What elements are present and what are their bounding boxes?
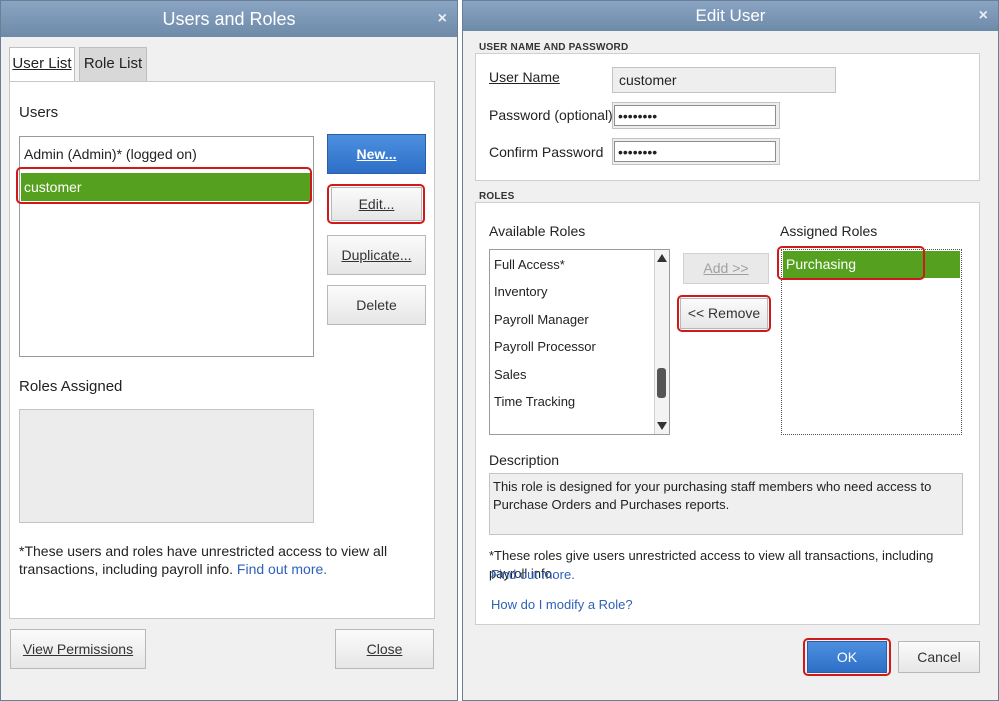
available-role-item[interactable]: Full Access* (494, 257, 565, 272)
edit-user-title: Edit User (695, 6, 766, 25)
password-label: Password (optional) (489, 107, 613, 123)
tab-role-list[interactable]: Role List (79, 47, 147, 81)
available-role-item[interactable]: Sales (494, 367, 527, 382)
users-listbox[interactable]: Admin (Admin)* (logged on) customer (19, 136, 314, 357)
description-label: Description (489, 452, 560, 468)
role-description-box: This role is designed for your purchasin… (489, 473, 963, 535)
user-row-customer[interactable]: customer (21, 173, 312, 201)
confirm-password-label: Confirm Password (489, 144, 604, 160)
tab-user-list[interactable]: User List (9, 47, 75, 81)
unrestricted-access-note: *These users and roles have unrestricted… (19, 543, 388, 577)
edit-user-titlebar: Edit User × (463, 1, 998, 31)
assigned-roles-label: Assigned Roles (780, 223, 878, 239)
modify-role-link[interactable]: How do I modify a Role? (491, 597, 633, 612)
close-icon[interactable]: × (438, 1, 447, 37)
find-out-more-link[interactable]: Find out more. (491, 567, 575, 582)
close-button[interactable]: Close (335, 629, 434, 669)
available-roles-scrollbar[interactable] (654, 250, 669, 434)
available-role-item[interactable]: Payroll Manager (494, 312, 589, 327)
user-row-admin[interactable]: Admin (Admin)* (logged on) (21, 140, 312, 168)
duplicate-user-button[interactable]: Duplicate... (327, 235, 426, 275)
user-name-input[interactable]: customer (612, 67, 836, 93)
new-user-button[interactable]: New... (327, 134, 426, 174)
cancel-button[interactable]: Cancel (898, 641, 980, 673)
user-name-label: User Name (489, 69, 560, 85)
scroll-thumb[interactable] (657, 368, 666, 398)
scroll-up-icon[interactable] (657, 254, 667, 262)
add-role-button[interactable]: Add >> (683, 253, 769, 284)
available-role-item[interactable]: Payroll Processor (494, 339, 596, 354)
scroll-down-icon[interactable] (657, 422, 667, 430)
users-roles-titlebar: Users and Roles × (1, 1, 457, 37)
section-user-title: USER NAME AND PASSWORD (479, 42, 629, 53)
available-role-item[interactable]: Time Tracking (494, 394, 575, 409)
find-out-more-link[interactable]: Find out more. (237, 561, 327, 577)
users-roles-title: Users and Roles (162, 9, 296, 29)
edit-user-button[interactable]: Edit... (331, 187, 422, 221)
available-roles-label: Available Roles (489, 223, 586, 239)
available-roles-listbox[interactable]: Full Access* Inventory Payroll Manager P… (489, 249, 670, 435)
confirm-password-input[interactable]: •••••••• (614, 141, 776, 162)
password-input[interactable]: •••••••• (614, 105, 776, 126)
view-permissions-button[interactable]: View Permissions (10, 629, 146, 669)
remove-role-button[interactable]: << Remove (680, 298, 768, 329)
roles-assigned-box (19, 409, 314, 523)
delete-user-button[interactable]: Delete (327, 285, 426, 325)
ok-button[interactable]: OK (807, 641, 887, 673)
users-label: Users (19, 104, 59, 121)
assigned-roles-listbox[interactable]: Purchasing (781, 249, 962, 435)
edit-user-window: Edit User × USER NAME AND PASSWORD User … (462, 0, 999, 701)
close-icon[interactable]: × (979, 1, 988, 31)
users-and-roles-window: Users and Roles × User List Role List Us… (0, 0, 458, 701)
available-role-item[interactable]: Inventory (494, 284, 547, 299)
section-roles-title: ROLES (479, 191, 515, 202)
assigned-role-item[interactable]: Purchasing (783, 251, 960, 278)
roles-assigned-label: Roles Assigned (19, 378, 123, 395)
